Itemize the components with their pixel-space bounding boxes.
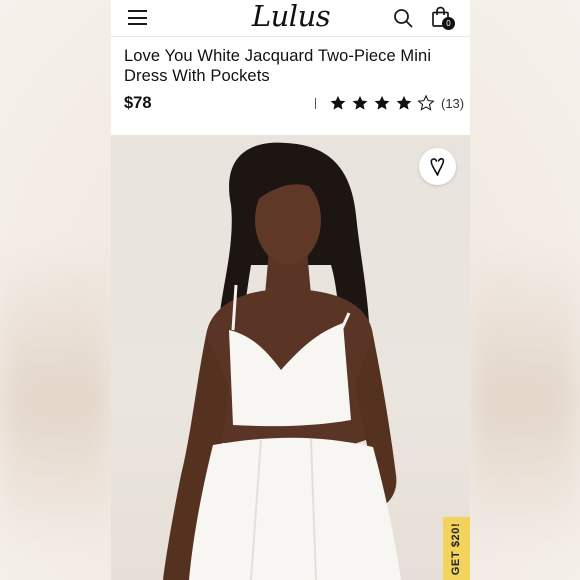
search-icon[interactable] bbox=[393, 8, 413, 28]
product-rating[interactable]: (13) bbox=[315, 93, 464, 113]
cart-count-badge: 0 bbox=[442, 17, 455, 30]
site-logo[interactable]: Lulus bbox=[251, 0, 331, 34]
star-empty-icon bbox=[417, 94, 435, 111]
promo-tab[interactable]: GET $20! bbox=[443, 517, 470, 580]
heart-icon bbox=[430, 158, 445, 176]
product-page: Lulus 0 Love You White Jacquard Two-Piec… bbox=[111, 0, 470, 580]
site-header: Lulus 0 bbox=[111, 0, 470, 37]
wishlist-button[interactable] bbox=[419, 148, 456, 185]
rating-divider bbox=[315, 97, 316, 109]
review-count[interactable]: (13) bbox=[441, 96, 464, 111]
star-filled-icon bbox=[330, 95, 346, 110]
hamburger-menu-icon[interactable] bbox=[128, 10, 147, 25]
promo-label: GET $20! bbox=[450, 522, 462, 576]
star-filled-icon bbox=[396, 95, 412, 110]
model-illustration bbox=[163, 142, 401, 580]
star-filled-icon bbox=[374, 95, 390, 110]
product-title: Love You White Jacquard Two-Piece Mini D… bbox=[124, 47, 432, 85]
star-filled-icon bbox=[352, 95, 368, 110]
shopping-bag-icon[interactable]: 0 bbox=[431, 6, 457, 32]
product-photo[interactable]: GET $20! bbox=[111, 135, 470, 580]
product-price: $78 bbox=[124, 94, 152, 112]
